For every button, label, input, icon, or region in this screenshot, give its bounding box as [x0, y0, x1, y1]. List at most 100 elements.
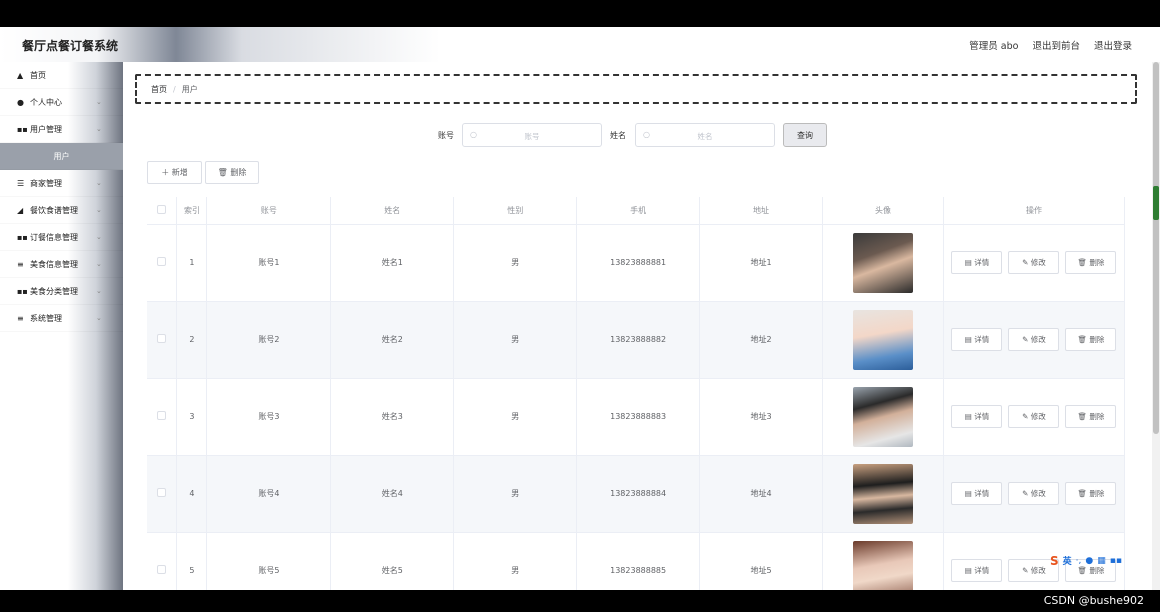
edit-icon: ✎ — [1022, 566, 1031, 575]
edit-label: 修改 — [1030, 335, 1046, 344]
sidebar-item-merchant-management[interactable]: ☰ 商家管理 ⌄ — [0, 170, 123, 197]
brand-area: 餐厅点餐订餐系统 — [0, 27, 440, 62]
avatar — [852, 463, 913, 524]
grid-icon: ▪▪ — [17, 232, 28, 242]
row-checkbox[interactable] — [157, 411, 167, 420]
cell-name: 姓名3 — [330, 378, 455, 456]
sidebar-item-label: 首页 — [30, 70, 46, 80]
sidebar-item-users[interactable]: 用户 — [0, 143, 123, 170]
vertical-scrollbar[interactable] — [1152, 62, 1160, 590]
edit-button[interactable]: ✎ 修改 — [1008, 251, 1060, 274]
logout-link[interactable]: 退出登录 — [1094, 38, 1132, 52]
cell-gender: 男 — [453, 378, 578, 456]
cell-index: 4 — [176, 455, 208, 533]
detail-label: 详情 — [974, 566, 990, 575]
sidebar-item-order-management[interactable]: ▪▪ 订餐信息管理 ⌄ — [0, 224, 123, 251]
name-search-input[interactable]: ○ 姓名 — [635, 123, 775, 147]
chevron-down-icon: ⌄ — [96, 98, 102, 106]
cell-gender: 男 — [453, 224, 578, 302]
sidebar-item-recipe-management[interactable]: ◢ 餐饮食谱管理 ⌄ — [0, 197, 123, 224]
breadcrumb-home[interactable]: 首页 — [151, 84, 167, 95]
cell-phone: 13823888883 — [576, 378, 701, 456]
col-gender: 性别 — [453, 197, 578, 225]
edit-button[interactable]: ✎ 修改 — [1008, 328, 1060, 351]
edit-button[interactable]: ✎ 修改 — [1008, 405, 1060, 428]
edit-icon: ✎ — [1022, 489, 1031, 498]
ime-toolbar[interactable]: S 英 ·, ● ▦ ▪▪ — [1050, 553, 1122, 568]
sidebar-item-home[interactable]: ▲ 首页 — [0, 62, 123, 89]
ime-lang-label: 英 — [1062, 557, 1072, 567]
row-checkbox-cell[interactable] — [147, 378, 178, 456]
chevron-down-icon: ⌄ — [96, 179, 102, 187]
scrollbar-thumb[interactable] — [1153, 62, 1159, 434]
row-checkbox-cell[interactable] — [147, 301, 178, 379]
list-icon: ≡ — [17, 259, 24, 269]
sidebar-item-food-category-management[interactable]: ▪▪ 美食分类管理 ⌄ — [0, 278, 123, 305]
row-checkbox[interactable] — [157, 565, 167, 574]
cell-avatar — [822, 455, 944, 533]
cell-actions: ▤ 详情 ✎ 修改 🗑 删除 — [943, 301, 1126, 379]
delete-button[interactable]: 🗑 删除 — [1065, 482, 1117, 505]
browser-top-bar — [0, 0, 1160, 27]
add-button[interactable]: ＋ 新增 — [147, 161, 202, 184]
row-checkbox-cell[interactable] — [147, 224, 178, 302]
row-checkbox[interactable] — [157, 334, 167, 343]
sidebar-item-system-management[interactable]: ≡ 系统管理 ⌄ — [0, 305, 123, 332]
cell-account: 账号4 — [206, 455, 332, 533]
breadcrumb: 首页 / 用户 — [135, 74, 1137, 104]
sidebar-item-label: 用户管理 — [30, 124, 62, 134]
sidebar-item-user-management[interactable]: ▪▪ 用户管理 ⌄ — [0, 116, 123, 143]
chevron-down-icon: ⌄ — [96, 233, 102, 241]
cell-phone: 13823888881 — [576, 224, 701, 302]
delete-button[interactable]: 🗑 删除 — [1065, 405, 1117, 428]
chevron-down-icon: ⌄ — [96, 206, 102, 214]
detail-icon: ▤ — [964, 566, 975, 575]
delete-button[interactable]: 🗑 删除 — [1065, 251, 1117, 274]
cell-gender: 男 — [453, 301, 578, 379]
detail-button[interactable]: ▤ 详情 — [951, 328, 1003, 351]
keyboard-icon: ▦ — [1097, 555, 1106, 566]
edit-button[interactable]: ✎ 修改 — [1008, 482, 1060, 505]
sidebar-item-personal-center[interactable]: ● 个人中心 ⌄ — [0, 89, 123, 116]
to-front-link[interactable]: 退出到前台 — [1032, 38, 1080, 52]
query-button[interactable]: 查询 — [783, 123, 827, 147]
cell-address: 地址2 — [699, 301, 823, 379]
trash-icon: 🗑 — [1077, 335, 1090, 344]
delete-label: 删除 — [1089, 258, 1105, 267]
edit-icon: ✎ — [1022, 258, 1031, 267]
select-all-checkbox-cell[interactable] — [147, 197, 178, 225]
detail-button[interactable]: ▤ 详情 — [951, 251, 1003, 274]
cell-actions: ▤ 详情 ✎ 修改 🗑 删除 — [943, 455, 1126, 533]
detail-button[interactable]: ▤ 详情 — [951, 405, 1003, 428]
detail-label: 详情 — [974, 489, 990, 498]
sidebar-item-food-info-management[interactable]: ≡ 美食信息管理 ⌄ — [0, 251, 123, 278]
account-search-input[interactable]: ○ 账号 — [462, 123, 602, 147]
account-label: 账号 — [438, 131, 454, 140]
breadcrumb-current: 用户 — [181, 84, 198, 94]
select-all-checkbox[interactable] — [157, 204, 167, 214]
account-placeholder: 账号 — [524, 132, 540, 141]
chevron-down-icon: ⌄ — [96, 314, 102, 322]
punctuation-icon: ·, — [1075, 555, 1082, 566]
batch-delete-button[interactable]: 🗑 删除 — [205, 161, 259, 184]
cell-phone: 13823888884 — [576, 455, 701, 533]
edit-label: 修改 — [1030, 412, 1046, 421]
detail-label: 详情 — [974, 412, 990, 421]
name-label: 姓名 — [610, 131, 626, 140]
scrollbar-marker — [1153, 186, 1159, 220]
detail-button[interactable]: ▤ 详情 — [951, 482, 1003, 505]
app-title: 餐厅点餐订餐系统 — [22, 39, 119, 53]
delete-button[interactable]: 🗑 删除 — [1065, 328, 1117, 351]
detail-button[interactable]: ▤ 详情 — [951, 559, 1003, 582]
col-avatar: 头像 — [822, 197, 944, 225]
row-checkbox-cell[interactable] — [147, 455, 178, 533]
cell-account: 账号1 — [206, 224, 332, 302]
detail-icon: ▤ — [964, 258, 975, 267]
row-checkbox[interactable] — [157, 488, 167, 497]
cell-avatar — [822, 378, 944, 456]
edit-icon: ✎ — [1022, 335, 1031, 344]
cell-gender: 男 — [453, 455, 578, 533]
search-bar: 账号 ○ 账号 姓名 ○ 姓名 查询 — [123, 123, 1152, 147]
row-checkbox[interactable] — [157, 257, 167, 266]
cell-name: 姓名4 — [330, 455, 455, 533]
